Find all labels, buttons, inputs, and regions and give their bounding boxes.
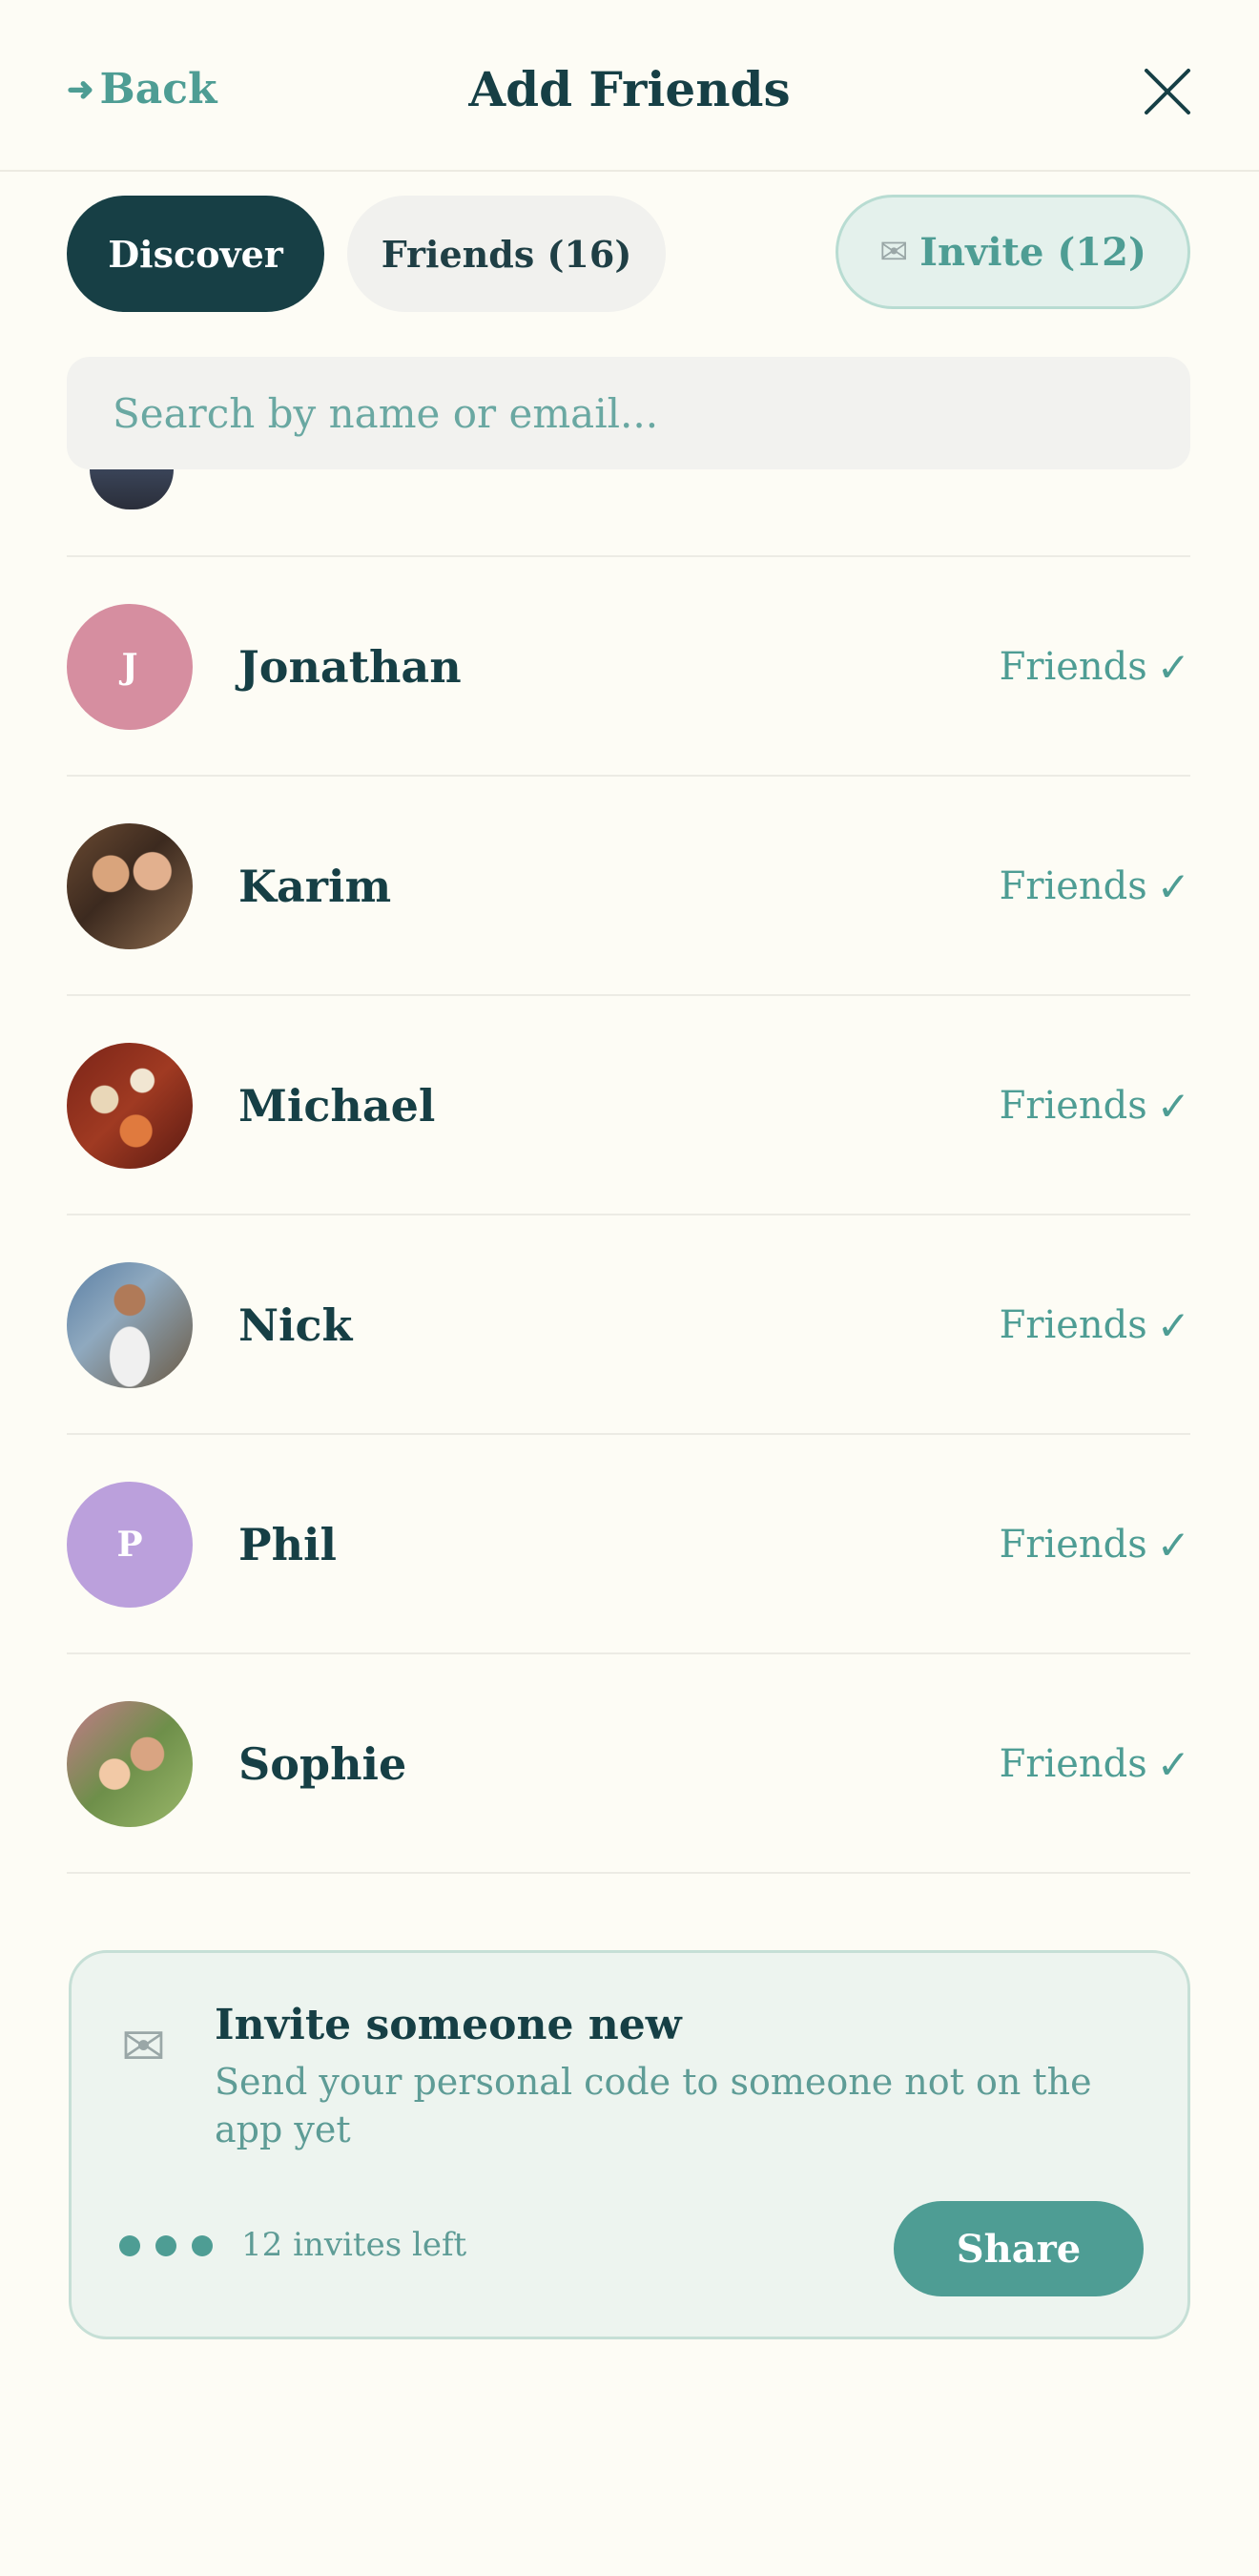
friend-status-label: Friends <box>999 1084 1147 1128</box>
checkmark-icon: ✓ <box>1156 1740 1190 1788</box>
invite-card: ✉ Invite someone new Send your personal … <box>69 1950 1190 2339</box>
close-icon <box>1145 69 1190 114</box>
invite-card-subtitle: Send your personal code to someone not o… <box>215 2061 1092 2150</box>
close-button[interactable] <box>1141 65 1194 118</box>
friend-name: Phil <box>238 1519 337 1570</box>
friend-status: Friends ✓ <box>1000 1083 1190 1130</box>
list-item[interactable]: Nick Friends ✓ <box>67 1215 1190 1435</box>
invite-dot <box>119 2235 140 2256</box>
avatar <box>67 1262 193 1388</box>
list-item[interactable]: P Phil Friends ✓ <box>67 1435 1190 1654</box>
tab-friends[interactable]: Friends (16) <box>347 196 666 312</box>
friend-status-label: Friends <box>999 1523 1147 1567</box>
checkmark-icon: ✓ <box>1156 1301 1190 1349</box>
list-item[interactable]: J Jonathan Friends ✓ <box>67 557 1190 777</box>
invite-dot <box>192 2235 213 2256</box>
checkmark-icon: ✓ <box>1156 643 1190 691</box>
friends-list: J Jonathan Friends ✓ Karim Friends ✓ Mic… <box>67 469 1190 1880</box>
friend-status-label: Friends <box>999 864 1147 908</box>
invites-left-count: 12 invites left <box>241 2226 467 2264</box>
friend-status-label: Friends <box>999 1303 1147 1347</box>
share-button[interactable]: Share <box>894 2201 1144 2296</box>
friend-name: Nick <box>238 1299 353 1351</box>
envelope-icon: ✉ <box>121 2016 166 2078</box>
friend-status: Friends ✓ <box>1000 1522 1190 1568</box>
page-title: Add Friends <box>468 61 791 117</box>
avatar: P <box>67 1482 193 1608</box>
friend-name: Sophie <box>238 1738 407 1790</box>
divider <box>67 1872 1190 1874</box>
checkmark-icon: ✓ <box>1156 1521 1190 1568</box>
friend-status: Friends ✓ <box>1000 863 1190 910</box>
tab-discover[interactable]: Discover <box>67 196 324 312</box>
avatar: J <box>67 604 193 730</box>
checkmark-icon: ✓ <box>1156 1082 1190 1130</box>
avatar <box>90 469 174 509</box>
list-item[interactable]: Sophie Friends ✓ <box>67 1654 1190 1874</box>
envelope-icon: ✉ <box>879 232 909 272</box>
avatar <box>67 1701 193 1827</box>
avatar <box>67 823 193 949</box>
invite-dot <box>155 2235 176 2256</box>
friend-status: Friends ✓ <box>1000 1302 1190 1349</box>
search-input[interactable] <box>67 357 1190 469</box>
friend-status: Friends ✓ <box>1000 1741 1190 1788</box>
tab-invite-label: Invite (12) <box>919 229 1146 275</box>
checkmark-icon: ✓ <box>1156 862 1190 910</box>
list-item[interactable]: Karim Friends ✓ <box>67 777 1190 996</box>
list-item[interactable]: Michael Friends ✓ <box>67 996 1190 1215</box>
friend-status-label: Friends <box>999 645 1147 689</box>
invite-card-title: Invite someone new <box>215 2001 682 2049</box>
header: ➜ Back Add Friends <box>0 0 1259 172</box>
friend-name: Michael <box>238 1080 436 1132</box>
friend-status: Friends ✓ <box>1000 644 1190 691</box>
invite-dots <box>119 2235 213 2256</box>
friend-name: Jonathan <box>238 641 462 693</box>
friend-name: Karim <box>238 861 392 912</box>
avatar <box>67 1043 193 1169</box>
tab-invite[interactable]: ✉ Invite (12) <box>836 195 1190 309</box>
friend-status-label: Friends <box>999 1742 1147 1786</box>
